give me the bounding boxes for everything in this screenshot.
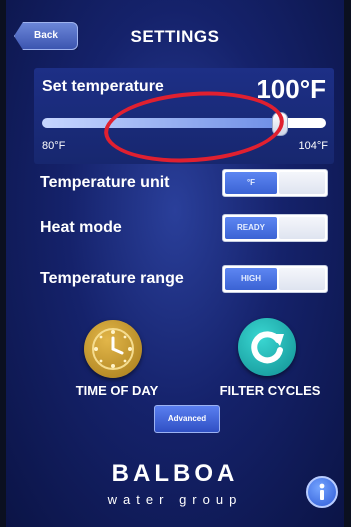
slider-max-label: 104°F bbox=[298, 140, 328, 152]
toggle-unselected bbox=[279, 172, 325, 194]
toggle-selected: HIGH bbox=[225, 268, 277, 290]
balboa-logo: BALBOA bbox=[111, 460, 239, 487]
set-temperature-panel: Set temperature 100°F 80°F 104°F bbox=[34, 68, 334, 164]
logo-tagline: water group bbox=[107, 492, 243, 507]
set-temperature-value: 100°F bbox=[256, 74, 326, 104]
temperature-range-label: Temperature range bbox=[40, 270, 184, 287]
temperature-slider[interactable] bbox=[42, 112, 326, 136]
toggle-unselected bbox=[279, 268, 325, 290]
heat-mode-toggle[interactable]: READY bbox=[222, 214, 328, 242]
toggle-selected: °F bbox=[225, 172, 277, 194]
time-of-day-button[interactable] bbox=[84, 320, 142, 378]
clock-icon bbox=[92, 328, 134, 370]
slider-fill bbox=[42, 118, 279, 128]
refresh-icon bbox=[251, 331, 284, 364]
heat-mode-label: Heat mode bbox=[40, 219, 122, 236]
advanced-button[interactable]: Advanced bbox=[154, 405, 220, 433]
right-device-border bbox=[344, 0, 351, 527]
temperature-unit-toggle[interactable]: °F bbox=[222, 169, 328, 197]
slider-thumb[interactable] bbox=[272, 112, 288, 136]
slider-min-label: 80°F bbox=[42, 140, 66, 152]
settings-screen: Back SETTINGS Set temperature 100°F 80°F… bbox=[6, 0, 344, 527]
filter-cycles-button[interactable] bbox=[238, 318, 296, 376]
set-temperature-label: Set temperature bbox=[42, 78, 164, 95]
temperature-range-toggle[interactable]: HIGH bbox=[222, 265, 328, 293]
time-of-day-label: TIME OF DAY bbox=[75, 383, 159, 398]
toggle-unselected bbox=[279, 217, 325, 239]
temperature-unit-label: Temperature unit bbox=[40, 174, 170, 191]
info-icon bbox=[319, 483, 325, 500]
page-title: SETTINGS bbox=[130, 27, 220, 46]
toggle-selected: READY bbox=[225, 217, 277, 239]
info-button[interactable] bbox=[306, 476, 338, 508]
filter-cycles-label: FILTER CYCLES bbox=[219, 383, 321, 398]
